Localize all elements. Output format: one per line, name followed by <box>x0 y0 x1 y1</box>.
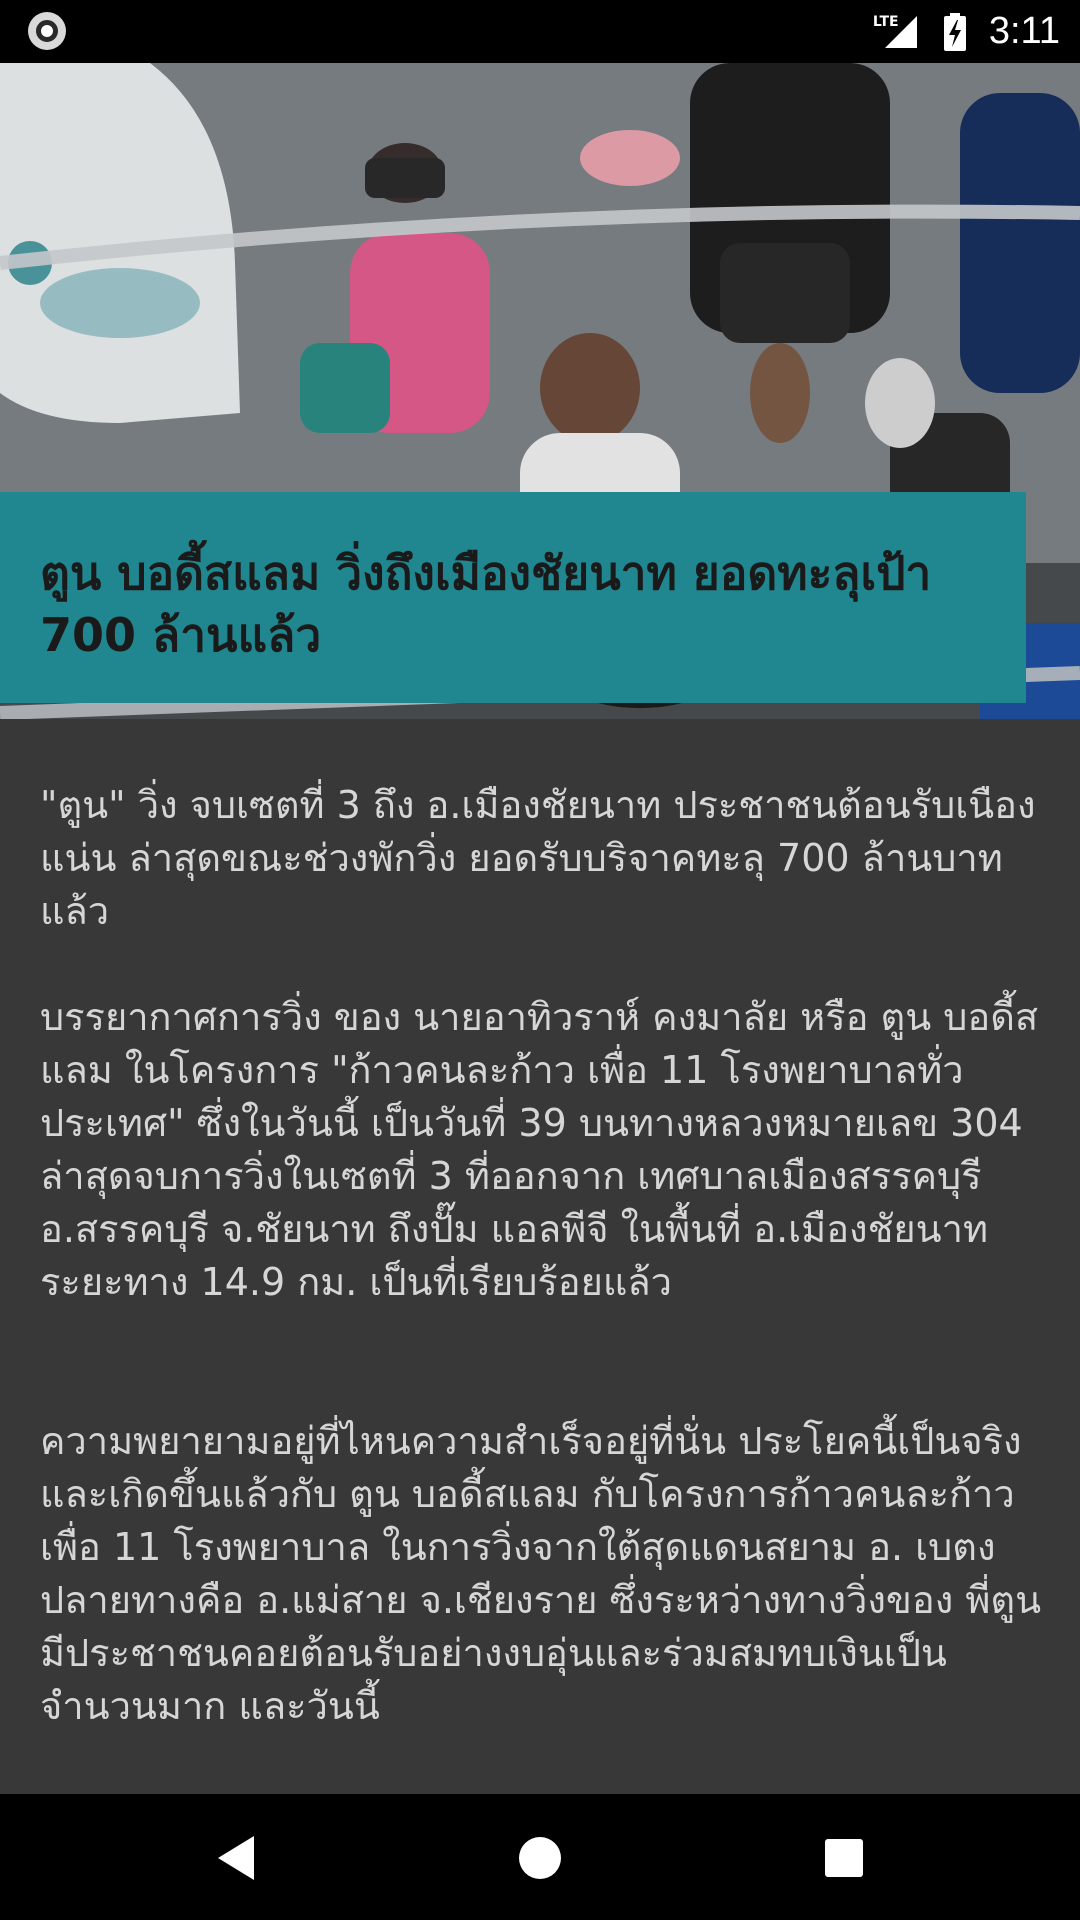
status-icons: LTE 3:11 <box>873 0 1060 63</box>
clock: 3:11 <box>988 10 1060 52</box>
home-button[interactable] <box>508 1826 572 1890</box>
back-triangle-icon <box>218 1836 254 1880</box>
article-title-box: ตูน บอดี้สแลม วิ่งถึงเมืองชัยนาท ยอดทะลุ… <box>0 492 1026 703</box>
article-title: ตูน บอดี้สแลม วิ่งถึงเมืองชัยนาท ยอดทะลุ… <box>40 546 932 662</box>
battery-charging-icon <box>943 12 966 51</box>
app-notification-icon <box>28 12 66 50</box>
home-circle-icon <box>519 1837 561 1879</box>
hero-image: ตูน บอดี้สแลม วิ่งถึงเมืองชัยนาท ยอดทะลุ… <box>0 63 1080 719</box>
article-paragraph: บรรยากาศการวิ่ง ของ นายอาทิวราห์ คงมาลัย… <box>40 995 1039 1304</box>
article-body[interactable]: "ตูน" วิ่ง จบเซตที่ 3 ถึง อ.เมืองชัยนาท … <box>0 719 1080 1794</box>
back-button[interactable] <box>204 1826 268 1890</box>
status-bar: LTE 3:11 <box>0 0 1080 63</box>
article-paragraph: ความพยายามอยู่ที่ไหนความสำเร็จอยู่ที่นั่… <box>40 1419 1042 1728</box>
recents-button[interactable] <box>812 1826 876 1890</box>
lte-signal-icon: LTE <box>873 12 921 52</box>
navigation-bar <box>0 1794 1080 1920</box>
recents-square-icon <box>825 1839 863 1877</box>
article-paragraph: "ตูน" วิ่ง จบเซตที่ 3 ถึง อ.เมืองชัยนาท … <box>40 783 1036 933</box>
